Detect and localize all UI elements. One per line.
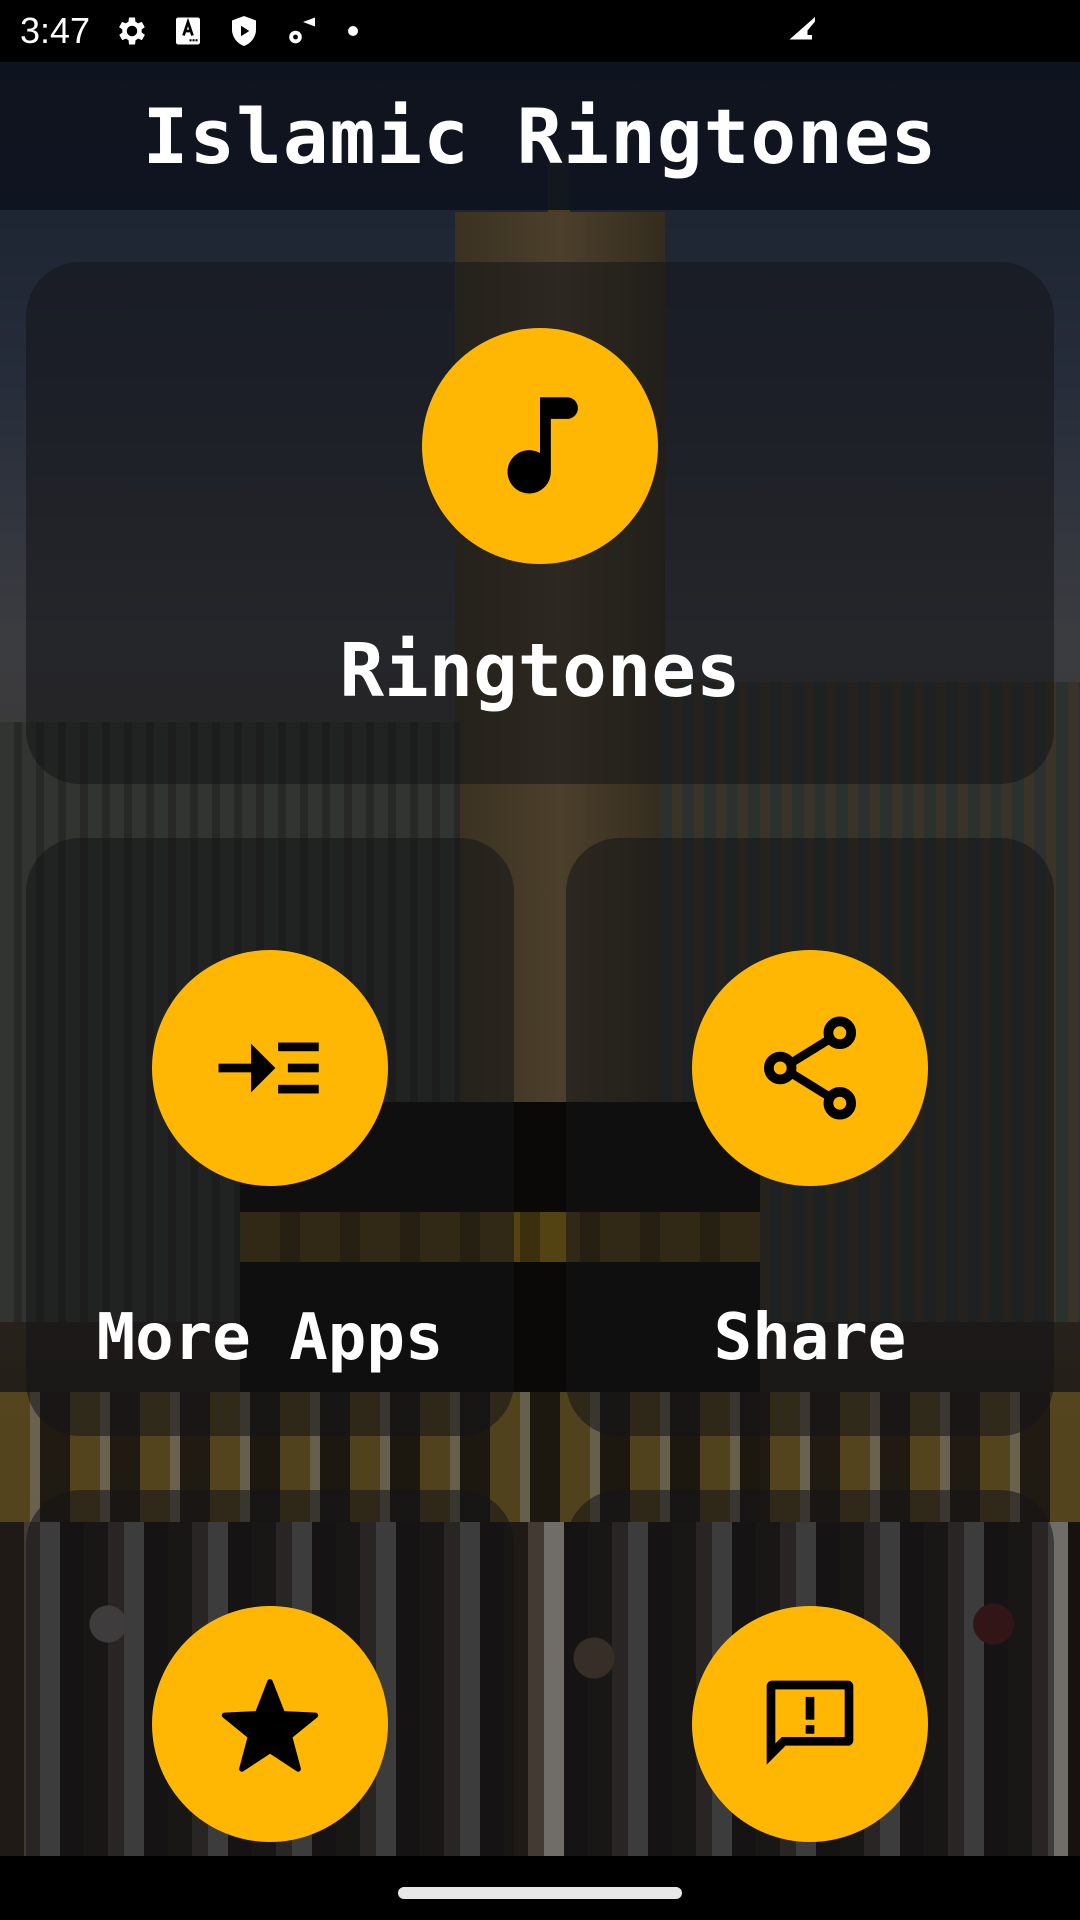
system-navigation-bar <box>0 1856 1080 1920</box>
home-gesture-pill[interactable] <box>398 1887 682 1899</box>
ringtones-button[interactable] <box>422 328 658 564</box>
status-time: 3:47 <box>20 10 91 51</box>
settings-gear-icon <box>112 11 152 51</box>
cellular-signal-icon <box>789 17 815 40</box>
format-indent-increase-icon <box>218 1042 319 1094</box>
share-label: Share <box>713 1301 907 1375</box>
app-title: Islamic Ringtones <box>142 91 938 181</box>
rate-button[interactable] <box>152 1606 388 1842</box>
notification-dot-icon <box>348 26 359 36</box>
keyboard-a-icon <box>168 11 208 51</box>
more-apps-label: More Apps <box>96 1301 444 1375</box>
more-apps-card[interactable]: More Apps <box>26 838 514 1436</box>
star-icon <box>221 1679 319 1772</box>
share-icon <box>763 1016 857 1120</box>
wifi-settings-icon <box>280 11 320 51</box>
ringtones-card[interactable]: Ringtones <box>26 262 1054 784</box>
share-card[interactable]: Share <box>566 838 1054 1436</box>
status-bar: 3:47 <box>0 0 1080 62</box>
feedback-button[interactable] <box>692 1606 928 1842</box>
play-protect-shield-icon <box>224 11 264 51</box>
app-title-bar: Islamic Ringtones <box>0 62 1080 210</box>
feedback-icon <box>766 1680 854 1765</box>
share-button[interactable] <box>692 950 928 1186</box>
music-note-icon <box>507 397 578 494</box>
ringtones-label: Ringtones <box>339 628 741 714</box>
more-apps-button[interactable] <box>152 950 388 1186</box>
